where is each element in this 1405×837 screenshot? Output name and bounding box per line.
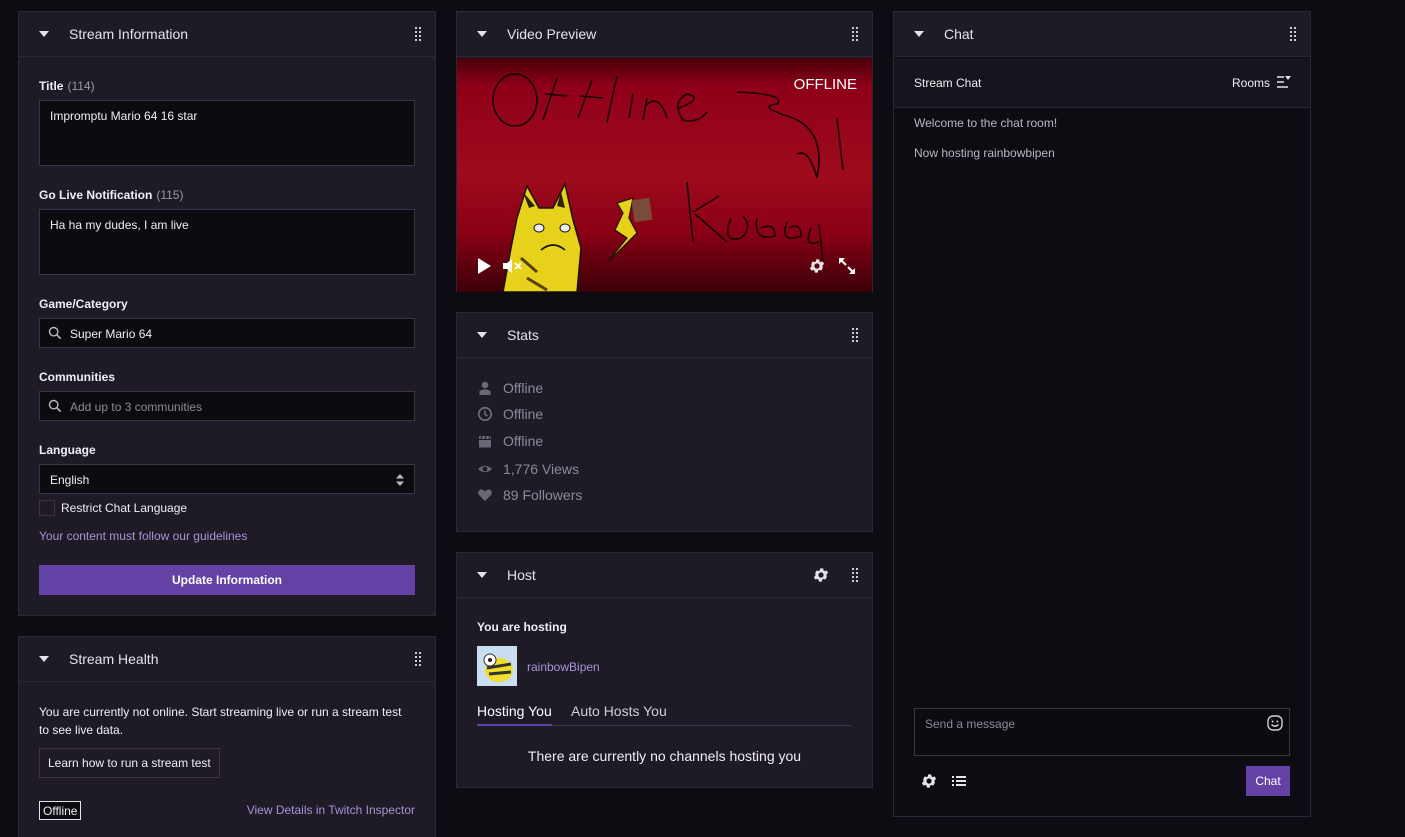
learn-stream-test-button[interactable]: Learn how to run a stream test — [39, 748, 220, 778]
drag-handle-icon[interactable] — [415, 27, 421, 41]
language-label: Language — [39, 443, 96, 457]
stream-information-panel: Stream Information Title (114) Impromptu … — [18, 11, 436, 616]
drag-handle-icon[interactable] — [852, 27, 858, 41]
game-label: Game/Category — [39, 297, 128, 311]
stat-uptime: Offline — [477, 405, 543, 423]
stats-header: Stats — [457, 313, 872, 358]
title-char-count: (114) — [67, 79, 95, 93]
person-icon — [479, 381, 491, 395]
chat-message: Now hosting rainbowbipen — [914, 146, 1055, 160]
stat-viewers: Offline — [477, 379, 543, 397]
rooms-menu-icon[interactable] — [1276, 75, 1292, 89]
guidelines-link[interactable]: Your content must follow our guidelines — [39, 529, 247, 543]
chat-message: Welcome to the chat room! — [914, 116, 1058, 130]
stream-information-header: Stream Information — [19, 12, 435, 57]
search-icon — [48, 399, 62, 413]
heart-icon — [478, 489, 492, 501]
twitch-inspector-link[interactable]: View Details in Twitch Inspector — [247, 803, 415, 817]
communities-label: Communities — [39, 370, 116, 384]
hosting-label: You are hosting — [477, 620, 567, 634]
language-select[interactable]: English — [39, 464, 415, 494]
search-icon — [48, 326, 62, 340]
collapse-caret-icon[interactable] — [477, 332, 487, 338]
title-textarea[interactable]: Impromptu Mario 64 16 star — [39, 100, 415, 166]
clapperboard-icon — [479, 435, 491, 448]
update-information-button[interactable]: Update Information — [39, 565, 415, 595]
settings-gear-icon[interactable] — [808, 257, 826, 275]
offline-label: OFFLINE — [793, 76, 857, 93]
collapse-caret-icon[interactable] — [39, 656, 49, 662]
fullscreen-icon[interactable] — [838, 257, 856, 275]
hosted-channel-link[interactable]: rainbowBipen — [527, 660, 600, 674]
stream-chat-label: Stream Chat — [914, 76, 982, 90]
collapse-caret-icon[interactable] — [39, 31, 49, 37]
chat-settings-gear-icon[interactable] — [920, 772, 938, 790]
chat-input-placeholder: Send a message — [925, 717, 1016, 731]
communities-input[interactable]: Add up to 3 communities — [39, 391, 415, 421]
video-player[interactable]: OFFLINE — [457, 58, 872, 292]
video-preview-header: Video Preview — [457, 12, 872, 57]
game-category-input[interactable]: Super Mario 64 — [39, 318, 415, 348]
notification-textarea[interactable]: Ha ha my dudes, I am live — [39, 209, 415, 275]
stat-clips: Offline — [477, 432, 543, 450]
panel-title: Chat — [944, 26, 974, 42]
tab-auto-hosts-you[interactable]: Auto Hosts You — [571, 703, 667, 719]
no-hosts-message: There are currently no channels hosting … — [527, 748, 802, 764]
emote-icon[interactable] — [1267, 715, 1283, 731]
avatar[interactable] — [477, 646, 517, 686]
collapse-caret-icon[interactable] — [914, 31, 924, 37]
avatar-image — [477, 646, 517, 686]
chat-subheader: Stream Chat Rooms — [894, 58, 1310, 108]
drag-handle-icon[interactable] — [852, 568, 858, 582]
chat-panel: Chat Stream Chat Rooms Welcome to the ch… — [893, 11, 1311, 817]
title-label: Title (114) — [39, 79, 95, 93]
viewer-list-icon[interactable] — [952, 775, 966, 787]
active-tab-indicator — [477, 724, 552, 726]
host-settings-gear-icon[interactable] — [812, 566, 830, 584]
restrict-language-checkbox[interactable] — [39, 500, 55, 516]
select-arrows-icon — [396, 474, 404, 486]
chat-header: Chat — [894, 12, 1310, 57]
stat-followers: 89 Followers — [477, 486, 582, 504]
panel-title: Video Preview — [507, 26, 597, 42]
stream-health-panel: Stream Health You are currently not onli… — [18, 636, 436, 837]
send-chat-button[interactable]: Chat — [1246, 766, 1290, 796]
panel-title: Stats — [507, 327, 539, 343]
stats-panel: Stats Offline Offline Offline 1,776 View… — [456, 312, 873, 532]
drag-handle-icon[interactable] — [852, 328, 858, 342]
stat-views: 1,776 Views — [477, 460, 579, 478]
health-message: You are currently not online. Start stre… — [39, 705, 402, 737]
restrict-language-label: Restrict Chat Language — [61, 501, 188, 515]
panel-title: Stream Information — [69, 26, 189, 42]
eye-icon — [478, 465, 492, 473]
mute-icon[interactable] — [503, 258, 523, 274]
drag-handle-icon[interactable] — [1290, 27, 1296, 41]
collapse-caret-icon[interactable] — [477, 572, 487, 578]
stream-health-header: Stream Health — [19, 637, 435, 682]
drag-handle-icon[interactable] — [415, 652, 421, 666]
rooms-button[interactable]: Rooms — [1232, 76, 1270, 90]
chat-input[interactable]: Send a message — [914, 708, 1290, 756]
status-badge: Offline — [39, 801, 82, 820]
host-panel: Host You are hosting rainbowBipen Hostin… — [456, 552, 873, 788]
tab-hosting-you[interactable]: Hosting You — [477, 703, 552, 719]
panel-title: Stream Health — [69, 651, 159, 667]
notification-label: Go Live Notification (115) — [39, 188, 184, 202]
clock-icon — [477, 406, 493, 422]
host-header: Host — [457, 553, 872, 598]
panel-title: Host — [507, 567, 536, 583]
collapse-caret-icon[interactable] — [477, 31, 487, 37]
notification-char-count: (115) — [156, 188, 184, 202]
play-icon[interactable] — [477, 258, 491, 274]
video-preview-panel: Video Preview OFFLINE — [456, 11, 873, 292]
